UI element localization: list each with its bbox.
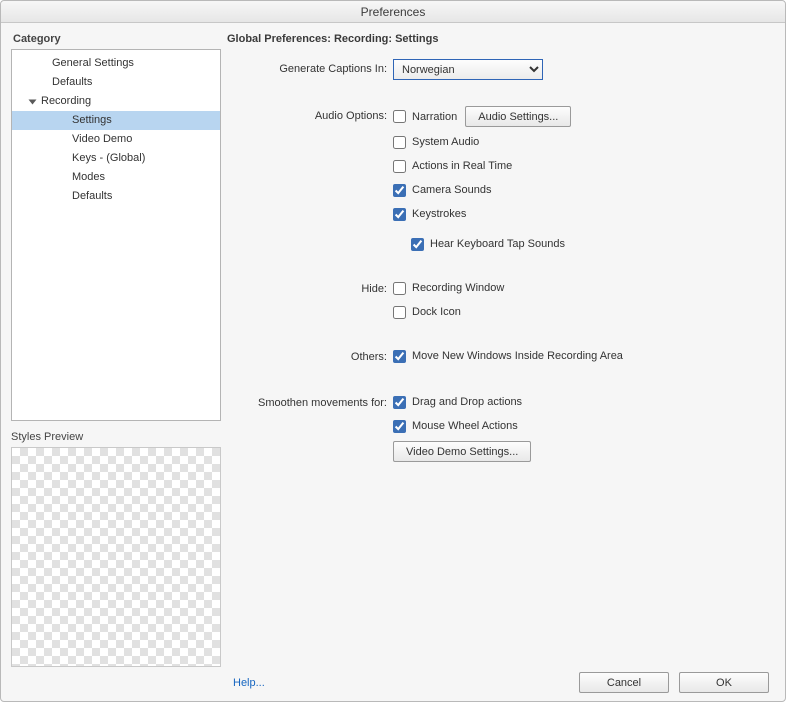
move-windows-checkbox[interactable]: Move New Windows Inside Recording Area bbox=[393, 347, 775, 365]
styles-preview bbox=[11, 447, 221, 667]
tree-item-defaults[interactable]: Defaults bbox=[12, 187, 220, 206]
others-label: Others: bbox=[227, 347, 387, 367]
tree-item-settings[interactable]: Settings bbox=[12, 111, 220, 130]
styles-preview-label: Styles Preview bbox=[11, 431, 221, 443]
tree-item-video-demo[interactable]: Video Demo bbox=[12, 130, 220, 149]
tree-item-label: Recording bbox=[41, 92, 91, 111]
camera-sounds-label: Camera Sounds bbox=[412, 181, 492, 199]
captions-label: Generate Captions In: bbox=[227, 59, 387, 79]
captions-select[interactable]: Norwegian bbox=[393, 59, 543, 80]
actions-realtime-checkbox[interactable]: Actions in Real Time bbox=[393, 157, 775, 175]
hide-label: Hide: bbox=[227, 279, 387, 299]
move-windows-label: Move New Windows Inside Recording Area bbox=[412, 347, 623, 365]
keystrokes-label: Keystrokes bbox=[412, 205, 466, 223]
ok-button[interactable]: OK bbox=[679, 672, 769, 693]
section-title: Global Preferences: Recording: Settings bbox=[227, 33, 775, 45]
dock-icon-label: Dock Icon bbox=[412, 303, 461, 321]
tree-item-defaults[interactable]: Defaults bbox=[12, 73, 220, 92]
help-link[interactable]: Help... bbox=[233, 677, 265, 689]
video-demo-settings-button[interactable]: Video Demo Settings... bbox=[393, 441, 531, 462]
chevron-down-icon[interactable] bbox=[29, 99, 37, 104]
main-panel: Global Preferences: Recording: Settings … bbox=[227, 31, 775, 693]
recording-window-label: Recording Window bbox=[412, 279, 504, 297]
actions-realtime-label: Actions in Real Time bbox=[412, 157, 512, 175]
narration-checkbox[interactable]: Narration bbox=[393, 108, 457, 126]
category-label: Category bbox=[13, 33, 221, 45]
tree-item-keys-global-[interactable]: Keys - (Global) bbox=[12, 149, 220, 168]
system-audio-label: System Audio bbox=[412, 133, 479, 151]
drag-label: Drag and Drop actions bbox=[412, 393, 522, 411]
wheel-checkbox[interactable]: Mouse Wheel Actions bbox=[393, 417, 775, 435]
audio-label: Audio Options: bbox=[227, 106, 387, 126]
window-title: Preferences bbox=[1, 1, 785, 23]
system-audio-checkbox[interactable]: System Audio bbox=[393, 133, 775, 151]
hear-tap-label: Hear Keyboard Tap Sounds bbox=[430, 235, 565, 253]
drag-checkbox[interactable]: Drag and Drop actions bbox=[393, 393, 775, 411]
keystrokes-checkbox[interactable]: Keystrokes bbox=[393, 205, 775, 223]
audio-settings-button[interactable]: Audio Settings... bbox=[465, 106, 571, 127]
hear-tap-checkbox[interactable]: Hear Keyboard Tap Sounds bbox=[393, 235, 775, 253]
wheel-label: Mouse Wheel Actions bbox=[412, 417, 518, 435]
tree-item-modes[interactable]: Modes bbox=[12, 168, 220, 187]
sidebar: Category General SettingsDefaultsRecordi… bbox=[11, 31, 221, 693]
smooth-label: Smoothen movements for: bbox=[227, 393, 387, 413]
category-tree[interactable]: General SettingsDefaultsRecordingSetting… bbox=[11, 49, 221, 421]
recording-window-checkbox[interactable]: Recording Window bbox=[393, 279, 775, 297]
narration-label: Narration bbox=[412, 108, 457, 126]
cancel-button[interactable]: Cancel bbox=[579, 672, 669, 693]
camera-sounds-checkbox[interactable]: Camera Sounds bbox=[393, 181, 775, 199]
tree-item-recording[interactable]: Recording bbox=[12, 92, 220, 111]
tree-item-general-settings[interactable]: General Settings bbox=[12, 54, 220, 73]
preferences-window: Preferences Category General SettingsDef… bbox=[0, 0, 786, 702]
dock-icon-checkbox[interactable]: Dock Icon bbox=[393, 303, 775, 321]
